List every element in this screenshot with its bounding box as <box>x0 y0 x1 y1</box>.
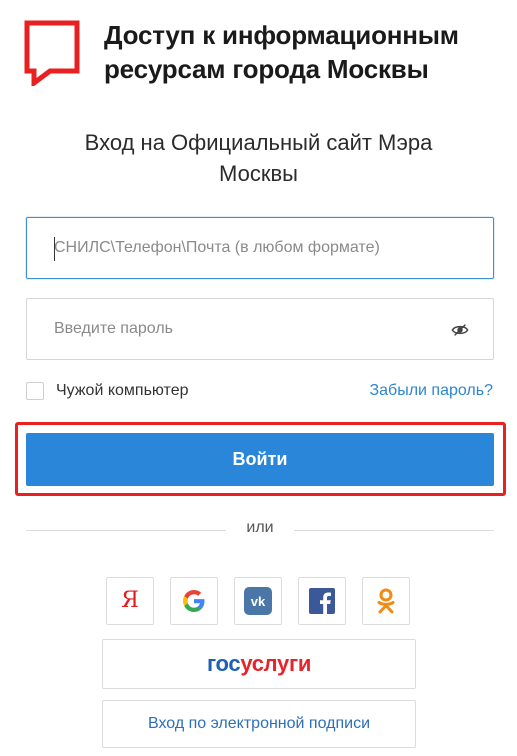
text-caret <box>54 237 55 261</box>
brand-title: Доступ к информационным ресурсам города … <box>104 18 504 86</box>
password-field[interactable] <box>26 298 494 360</box>
yandex-login-button[interactable]: Я <box>106 577 154 625</box>
yandex-icon: Я <box>121 588 139 613</box>
login-field[interactable] <box>26 217 494 279</box>
foreign-computer-checkbox-row[interactable]: Чужой компьютер <box>26 380 189 402</box>
login-button[interactable]: Войти <box>26 433 494 486</box>
facebook-icon <box>309 588 335 614</box>
foreign-computer-checkbox[interactable] <box>26 382 44 400</box>
google-icon <box>183 590 205 612</box>
page-subtitle: Вход на Официальный сайт Мэра Москвы <box>40 127 477 189</box>
odnoklassniki-login-button[interactable] <box>362 577 410 625</box>
divider-text: или <box>246 519 274 536</box>
subtitle-line1: Вход на Официальный сайт Мэра <box>84 130 433 155</box>
digital-signature-login-button[interactable]: Вход по электронной подписи <box>102 700 416 748</box>
gosuslugi-logo-part1: гос <box>206 651 241 676</box>
brand-title-line1: Доступ к информационным <box>104 20 459 50</box>
social-login-group: Я vk <box>106 577 411 627</box>
eye-hidden-icon[interactable] <box>451 321 469 339</box>
speech-bubble-icon <box>24 20 80 86</box>
vk-login-button[interactable]: vk <box>234 577 282 625</box>
odnoklassniki-icon <box>377 588 395 614</box>
brand-title-line2: ресурсам города Москвы <box>104 54 429 84</box>
or-divider: или <box>26 519 494 536</box>
subtitle-line2: Москвы <box>219 161 298 186</box>
header: Доступ к информационным ресурсам города … <box>0 0 517 100</box>
gosuslugi-login-button[interactable]: гос услуги <box>102 639 416 689</box>
password-input[interactable] <box>27 299 493 359</box>
facebook-login-button[interactable] <box>298 577 346 625</box>
svg-text:vk: vk <box>251 594 266 609</box>
forgot-password-link[interactable]: Забыли пароль? <box>369 380 493 402</box>
vk-icon: vk <box>244 587 272 615</box>
gosuslugi-logo-part2: услуги <box>240 651 312 676</box>
login-input[interactable] <box>27 218 493 278</box>
foreign-computer-label: Чужой компьютер <box>56 382 189 399</box>
google-login-button[interactable] <box>170 577 218 625</box>
